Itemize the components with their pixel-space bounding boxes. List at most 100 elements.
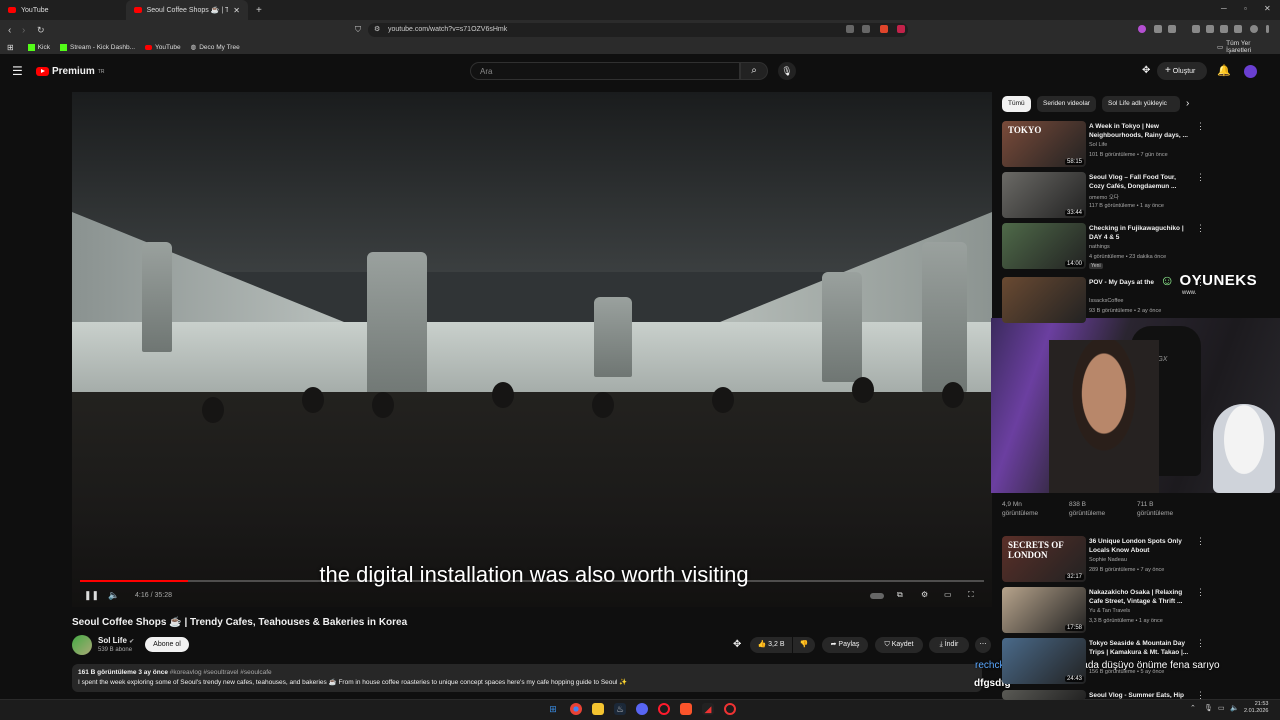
- save-button[interactable]: ⛉ Kaydet: [875, 637, 923, 653]
- maximize-icon[interactable]: ▫: [1244, 4, 1247, 13]
- chevron-right-icon[interactable]: ›: [1186, 98, 1189, 109]
- profile-icon[interactable]: [1250, 25, 1258, 33]
- channel-name[interactable]: IssacksCoffee: [1089, 298, 1123, 304]
- more-options-icon[interactable]: ⋮: [1196, 277, 1205, 288]
- extension-purple-icon[interactable]: [1138, 25, 1146, 33]
- brave-shield-icon[interactable]: [880, 25, 888, 33]
- extension-icon[interactable]: [846, 25, 854, 33]
- opera-icon[interactable]: [658, 703, 670, 715]
- autoplay-toggle[interactable]: [870, 593, 884, 599]
- video-thumbnail[interactable]: 33:44: [1002, 172, 1086, 218]
- more-options-icon[interactable]: ⋮: [1196, 690, 1205, 701]
- channel-name[interactable]: Yu & Tan Travels: [1089, 608, 1130, 614]
- video-title-link[interactable]: Seoul Vlog – Fall Food Tour, Cozy Cafés,…: [1089, 173, 1189, 191]
- media-icon[interactable]: [1192, 25, 1200, 33]
- search-button[interactable]: ⌕: [740, 62, 768, 80]
- chip-uploader[interactable]: Sol Life adlı yükleyic: [1102, 96, 1180, 112]
- theater-mode-icon[interactable]: ▭: [944, 590, 952, 599]
- more-options-icon[interactable]: ⋮: [1196, 223, 1205, 234]
- video-title-link[interactable]: Nakazakicho Osaka | Relaxing Cafe Street…: [1089, 588, 1189, 606]
- tab-youtube[interactable]: YouTube: [0, 0, 122, 20]
- video-title-link[interactable]: A Week in Tokyo | New Neighbourhoods, Ra…: [1089, 122, 1189, 140]
- hashtags[interactable]: #koreavlog #seoultravel #seoulcafe: [170, 669, 272, 676]
- minimize-icon[interactable]: ─: [1221, 4, 1227, 13]
- voice-search-button[interactable]: 🎙: [778, 62, 796, 80]
- ai-sparkle-icon[interactable]: ✥: [733, 639, 741, 650]
- vpn-icon[interactable]: [1234, 25, 1242, 33]
- brave-icon[interactable]: [680, 703, 692, 715]
- video-thumbnail[interactable]: 14:00: [1002, 223, 1086, 269]
- hamburger-menu-icon[interactable]: ☰: [12, 64, 23, 78]
- forward-icon[interactable]: ›: [22, 25, 25, 36]
- description-box[interactable]: 161 B görüntüleme 3 ay önce #koreavlog #…: [72, 664, 982, 692]
- extension-icon[interactable]: [1168, 25, 1176, 33]
- close-tab-icon[interactable]: ✕: [233, 6, 240, 15]
- live-gear-icon[interactable]: ✥: [1142, 65, 1150, 76]
- channel-name[interactable]: Sol Life ✔: [98, 636, 134, 645]
- bookmark-kick[interactable]: Kick: [27, 43, 50, 51]
- reload-icon[interactable]: ↻: [37, 25, 45, 36]
- video-thumbnail[interactable]: [1002, 277, 1086, 323]
- bookmark-deco-my-tree[interactable]: ◍ Deco My Tree: [191, 43, 240, 52]
- more-options-icon[interactable]: ⋮: [1196, 638, 1205, 649]
- file-explorer-icon[interactable]: [592, 703, 604, 715]
- video-title-link[interactable]: Seoul Vlog - Summer Eats, Hip: [1089, 691, 1189, 700]
- download-button[interactable]: ⤓ İndir: [929, 637, 969, 653]
- channel-name[interactable]: Sol Life: [1089, 142, 1107, 148]
- subtitles-icon[interactable]: ⧉: [897, 590, 903, 600]
- volume-icon[interactable]: 🔈: [108, 590, 119, 601]
- notifications-bell-icon[interactable]: 🔔: [1217, 64, 1231, 77]
- chip-all[interactable]: Tümü: [1002, 96, 1031, 112]
- tab-active-video[interactable]: Seoul Coffee Shops ☕ | Tren ✕: [126, 0, 248, 20]
- video-title-link[interactable]: Checking in Fujikawaguchiko | DAY 4 & 5: [1089, 224, 1189, 242]
- video-title-link[interactable]: 36 Unique London Spots Only Locals Know …: [1089, 537, 1189, 555]
- steam-icon[interactable]: ♨: [614, 703, 626, 715]
- more-options-icon[interactable]: ⋮: [1196, 587, 1205, 598]
- microphone-tray-icon[interactable]: 🎙: [1204, 704, 1213, 712]
- channel-name[interactable]: Sophie Nadeau: [1089, 557, 1127, 563]
- channel-name[interactable]: omemo 오다: [1089, 193, 1119, 201]
- video-progress-bar[interactable]: [80, 580, 984, 582]
- bookmark-youtube[interactable]: YouTube: [145, 44, 181, 51]
- chrome-icon[interactable]: [570, 703, 582, 715]
- youtube-logo[interactable]: Premium TR: [36, 66, 104, 77]
- discord-icon[interactable]: [636, 703, 648, 715]
- video-title-link[interactable]: Tokyo Seaside & Mountain Day Trips | Kam…: [1089, 639, 1189, 657]
- video-thumbnail[interactable]: [1002, 690, 1086, 700]
- all-bookmarks[interactable]: ▭ Tüm Yer İşaretleri: [1217, 40, 1270, 54]
- system-clock[interactable]: 21:53 2.01.2026: [1244, 701, 1268, 715]
- video-thumbnail[interactable]: 24:43: [1002, 638, 1086, 684]
- share-icon[interactable]: [862, 25, 870, 33]
- video-thumbnail[interactable]: TOKYO 58:15: [1002, 121, 1086, 167]
- sidebar-icon[interactable]: [1206, 25, 1214, 33]
- extension-icon[interactable]: [1154, 25, 1162, 33]
- new-tab-button[interactable]: +: [256, 5, 262, 16]
- apps-grid-icon[interactable]: ⊞: [7, 43, 14, 52]
- video-title-link[interactable]: POV - My Days at the: [1089, 278, 1189, 287]
- more-options-icon[interactable]: ⋮: [1196, 172, 1205, 183]
- wallet-icon[interactable]: [1220, 25, 1228, 33]
- fullscreen-icon[interactable]: ⛶: [968, 590, 974, 600]
- menu-icon[interactable]: [1266, 25, 1269, 33]
- app-icon[interactable]: ◢: [702, 703, 714, 715]
- site-info-icon[interactable]: ⚙: [374, 23, 380, 37]
- account-avatar[interactable]: [1244, 65, 1257, 78]
- video-player[interactable]: the digital installation was also worth …: [72, 92, 992, 607]
- create-button[interactable]: + Oluştur: [1157, 62, 1207, 80]
- subscribe-button[interactable]: Abone ol: [145, 637, 189, 652]
- network-icon[interactable]: ▭: [1218, 704, 1225, 712]
- pause-icon[interactable]: ❚❚: [84, 590, 99, 601]
- video-thumbnail[interactable]: SECRETS OF LONDON 32:17: [1002, 536, 1086, 582]
- address-bar[interactable]: ⚙ youtube.com/watch?v=s71OZV6sHmk: [368, 23, 908, 37]
- more-options-icon[interactable]: ⋮: [1196, 536, 1205, 547]
- search-input[interactable]: Ara: [470, 62, 740, 80]
- channel-avatar[interactable]: [72, 635, 92, 655]
- bookmark-kick-dashboard[interactable]: Stream - Kick Dashb...: [59, 43, 135, 51]
- brave-rewards-icon[interactable]: [897, 25, 905, 33]
- volume-tray-icon[interactable]: 🔈: [1230, 704, 1239, 712]
- settings-gear-icon[interactable]: ⚙: [921, 590, 928, 599]
- back-icon[interactable]: ‹: [8, 25, 11, 36]
- share-button[interactable]: ➦ Paylaş: [822, 637, 868, 653]
- video-thumbnail[interactable]: 17:58: [1002, 587, 1086, 633]
- channel-name[interactable]: nathings: [1089, 244, 1110, 250]
